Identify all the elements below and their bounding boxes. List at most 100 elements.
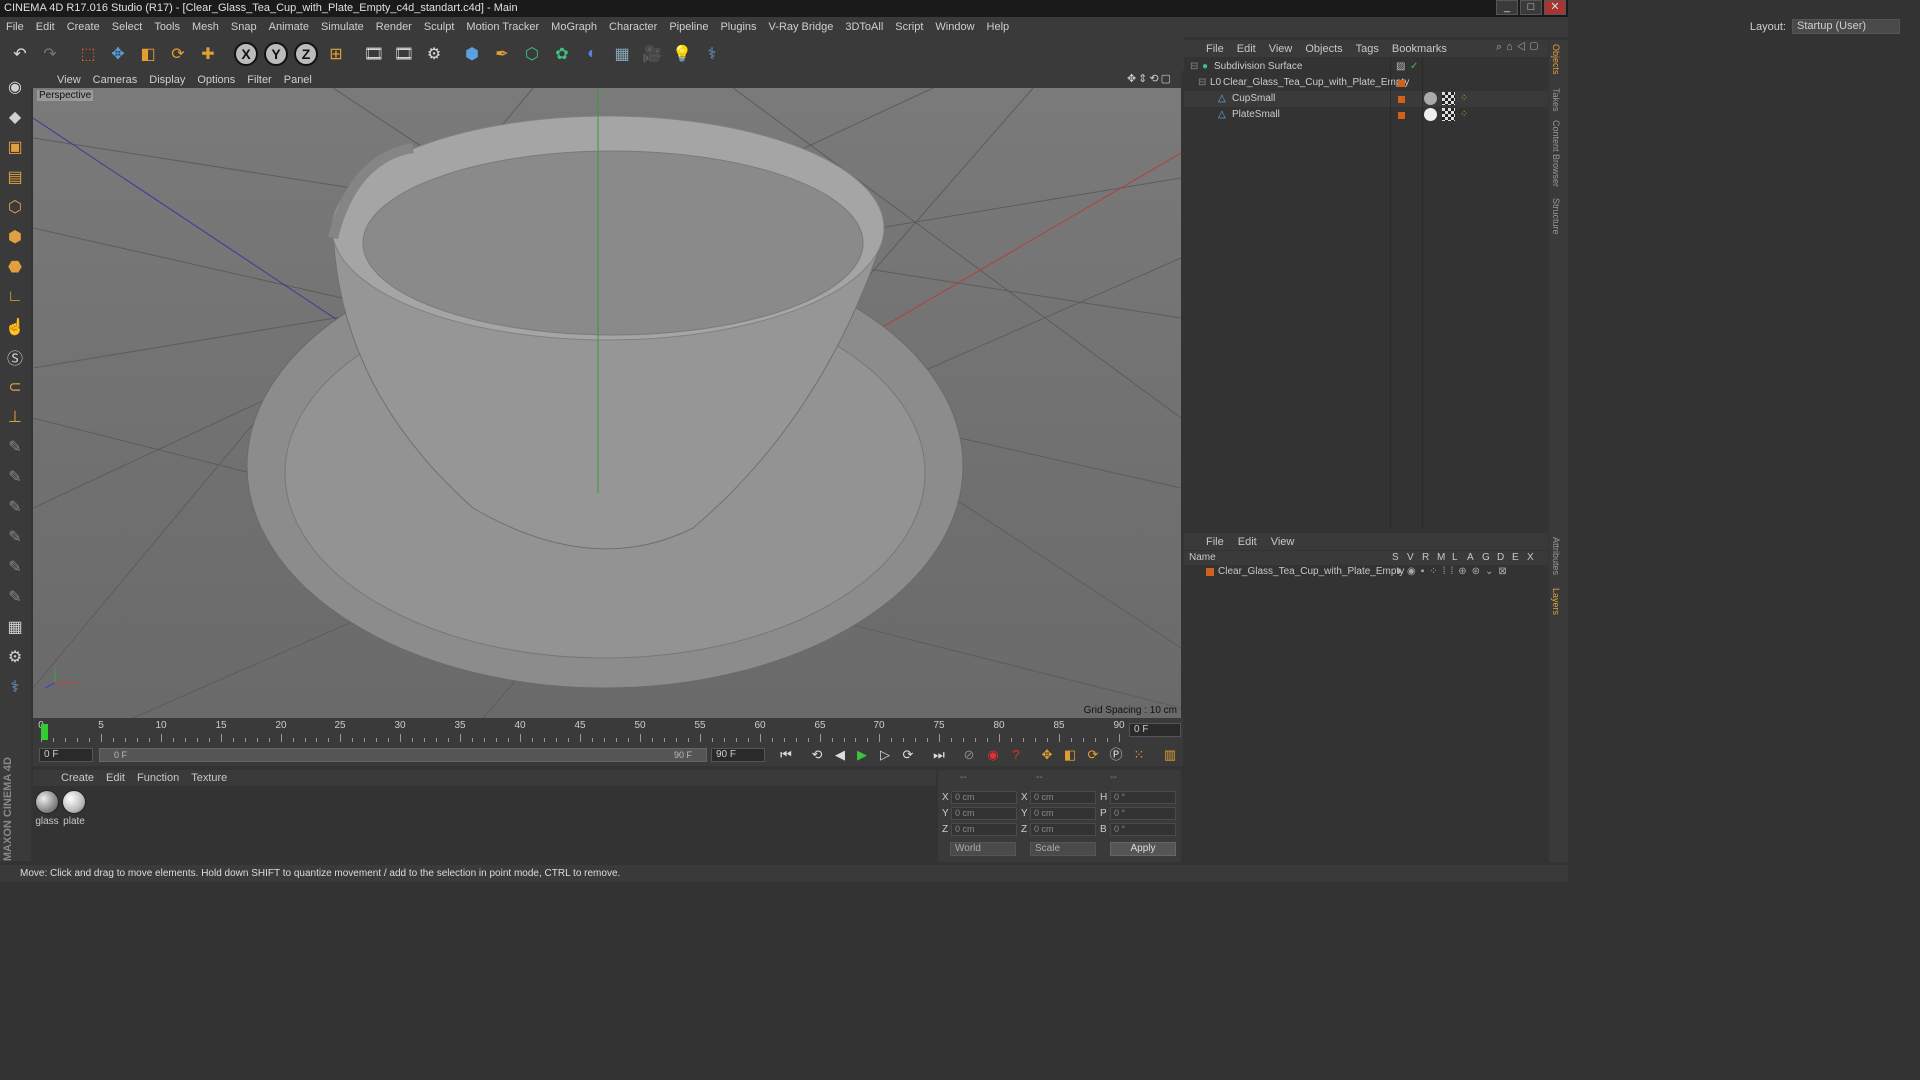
render-settings-icon[interactable]: ⚙ [420, 40, 448, 68]
objects-menu-edit[interactable]: Edit [1237, 43, 1263, 55]
render-picture-viewer-icon[interactable]: 🎞 [390, 40, 418, 68]
paint-icon[interactable]: ✎ [1, 583, 29, 611]
tab-attributes[interactable]: Attributes [1551, 537, 1561, 575]
viewport-menu-display[interactable]: Display [143, 74, 191, 86]
key-pla-icon[interactable]: ⁙ [1129, 746, 1149, 764]
axis-mode-icon[interactable]: ∟ [1, 283, 29, 311]
model-mode-icon[interactable]: ◆ [1, 103, 29, 131]
layer-color-swatch[interactable] [1206, 568, 1214, 576]
layer-col-view[interactable]: V [1407, 551, 1414, 565]
layer-col-solo[interactable]: S [1392, 551, 1399, 565]
menu-select[interactable]: Select [106, 21, 149, 33]
autokey-icon[interactable]: ◉ [983, 746, 1003, 764]
snapping-icon[interactable]: ⊂ [1, 373, 29, 401]
scale-icon[interactable]: ◧ [134, 40, 162, 68]
floor-icon[interactable]: ▦ [608, 40, 636, 68]
material-tag-icon[interactable] [1424, 108, 1437, 121]
object-manager-search-icon[interactable]: ⌕⌂◁▢ [1496, 41, 1542, 54]
layer-color-swatch[interactable] [1398, 80, 1405, 87]
key-scale-icon[interactable]: ◧ [1060, 746, 1080, 764]
viewport-menu-filter[interactable]: Filter [241, 74, 277, 86]
playhead[interactable] [41, 724, 48, 740]
coordinate-system-icon[interactable]: ⊞ [322, 40, 350, 68]
key-parameter-icon[interactable]: Ⓟ [1106, 746, 1126, 764]
spline-pen-icon[interactable]: ✒ [488, 40, 516, 68]
coord-h-field[interactable]: 0 ° [1110, 791, 1176, 804]
layer-col-deformers[interactable]: D [1497, 551, 1504, 565]
viewport-3d[interactable]: Perspective Grid Spacing : 10 cm [33, 88, 1181, 718]
frame-range-slider[interactable]: 0 F 90 F [99, 748, 707, 762]
phong-tag-icon[interactable]: ⁘ [1460, 91, 1468, 107]
current-frame-field[interactable]: 0 F [1129, 723, 1181, 737]
menu-render[interactable]: Render [370, 21, 418, 33]
deformer-icon[interactable]: ◐ [578, 40, 606, 68]
layer-col-render[interactable]: R [1422, 551, 1429, 565]
live-selection-icon[interactable]: ⬚ [74, 40, 102, 68]
tab-takes[interactable]: Takes [1551, 88, 1561, 112]
menu-sculpt[interactable]: Sculpt [418, 21, 461, 33]
layer-color-swatch[interactable] [1398, 96, 1405, 103]
menu-tools[interactable]: Tools [148, 21, 186, 33]
undo-icon[interactable]: ↶ [6, 40, 34, 68]
material-menu-create[interactable]: Create [55, 772, 100, 784]
redo-icon[interactable]: ↷ [36, 40, 64, 68]
object-row-null-group[interactable]: ⊟ L0 Clear_Glass_Tea_Cup_with_Plate_Empt… [1184, 75, 1548, 91]
axis-z-workplane-icon[interactable]: ✎ [1, 553, 29, 581]
cloner-icon[interactable]: ✿ [548, 40, 576, 68]
layer-col-xref[interactable]: X [1527, 551, 1534, 565]
keyframe-selection-icon[interactable]: ? [1006, 746, 1026, 764]
layers-menu-view[interactable]: View [1271, 536, 1309, 548]
viewport-menu-view[interactable]: View [51, 74, 87, 86]
camera-icon[interactable]: 🎥 [638, 40, 666, 68]
key-rotation-icon[interactable]: ⟳ [1083, 746, 1103, 764]
menu-motion-tracker[interactable]: Motion Tracker [460, 21, 545, 33]
layer-col-generators[interactable]: G [1482, 551, 1490, 565]
timeline-window-icon[interactable]: ▥ [1160, 746, 1180, 764]
menu-create[interactable]: Create [61, 21, 106, 33]
object-row-subdivision-surface[interactable]: ⊟ ● Subdivision Surface ▨ ✓ [1184, 59, 1548, 75]
move-plus-icon[interactable]: ✚ [194, 40, 222, 68]
material-menu-texture[interactable]: Texture [185, 772, 233, 784]
coord-pz-field[interactable]: 0 cm [951, 823, 1017, 836]
goto-end-icon[interactable]: ⏭ [929, 746, 949, 764]
next-frame-icon[interactable]: ▷ [875, 746, 895, 764]
layer-col-manager[interactable]: M [1437, 551, 1445, 565]
start-frame-field[interactable]: 0 F [39, 748, 93, 762]
axis-x-workplane-icon[interactable]: ✎ [1, 493, 29, 521]
layer-col-locked[interactable]: L [1452, 551, 1458, 565]
locked-workplane-icon[interactable]: ✎ [1, 433, 29, 461]
object-row-cupsmall[interactable]: △ CupSmall ⁘ [1184, 91, 1548, 107]
object-manager-column-divider[interactable] [1390, 57, 1391, 530]
layer-col-expressions[interactable]: E [1512, 551, 1519, 565]
coord-b-field[interactable]: 0 ° [1110, 823, 1176, 836]
menu-mesh[interactable]: Mesh [186, 21, 225, 33]
key-position-icon[interactable]: ✥ [1037, 746, 1057, 764]
timeline[interactable]: 051015202530354045505560657075808590 0 F [33, 718, 1183, 744]
menu-pipeline[interactable]: Pipeline [663, 21, 714, 33]
layout-dropdown[interactable]: Startup (User) [1792, 19, 1900, 34]
material-plate[interactable]: plate [61, 790, 87, 827]
tab-content-browser[interactable]: Content Browser [1551, 120, 1561, 187]
layers-menu-file[interactable]: File [1206, 536, 1238, 548]
menu-mograph[interactable]: MoGraph [545, 21, 603, 33]
end-frame-field[interactable]: 90 F [711, 748, 765, 762]
menu-help[interactable]: Help [981, 21, 1016, 33]
objects-menu-objects[interactable]: Objects [1305, 43, 1349, 55]
menu-simulate[interactable]: Simulate [315, 21, 370, 33]
material-glass[interactable]: glass [34, 790, 60, 827]
layer-flag-icons[interactable]: ●◉▪⁘⁞⁞⊕⊛⌄⊠ [1396, 565, 1512, 579]
coord-sy-field[interactable]: 0 cm [1030, 807, 1096, 820]
object-axis-icon[interactable]: ⚙ [1, 643, 29, 671]
coord-px-field[interactable]: 0 cm [951, 791, 1017, 804]
light-icon[interactable]: 💡 [668, 40, 696, 68]
objects-menu-file[interactable]: File [1206, 43, 1231, 55]
x-axis-lock-button[interactable]: X [232, 40, 260, 68]
menu-vray-bridge[interactable]: V-Ray Bridge [763, 21, 840, 33]
viewport-navigation-icons[interactable]: ✥⇕⟲▢ [1127, 72, 1173, 85]
layer-color-swatch[interactable] [1398, 112, 1405, 119]
collapse-icon[interactable]: ⊟ [1190, 59, 1198, 75]
workplane-mode-icon[interactable]: ▤ [1, 163, 29, 191]
material-tag-icon[interactable] [1424, 92, 1437, 105]
tab-objects[interactable]: Objects [1551, 44, 1561, 75]
object-manager-column-divider[interactable] [1422, 57, 1423, 530]
